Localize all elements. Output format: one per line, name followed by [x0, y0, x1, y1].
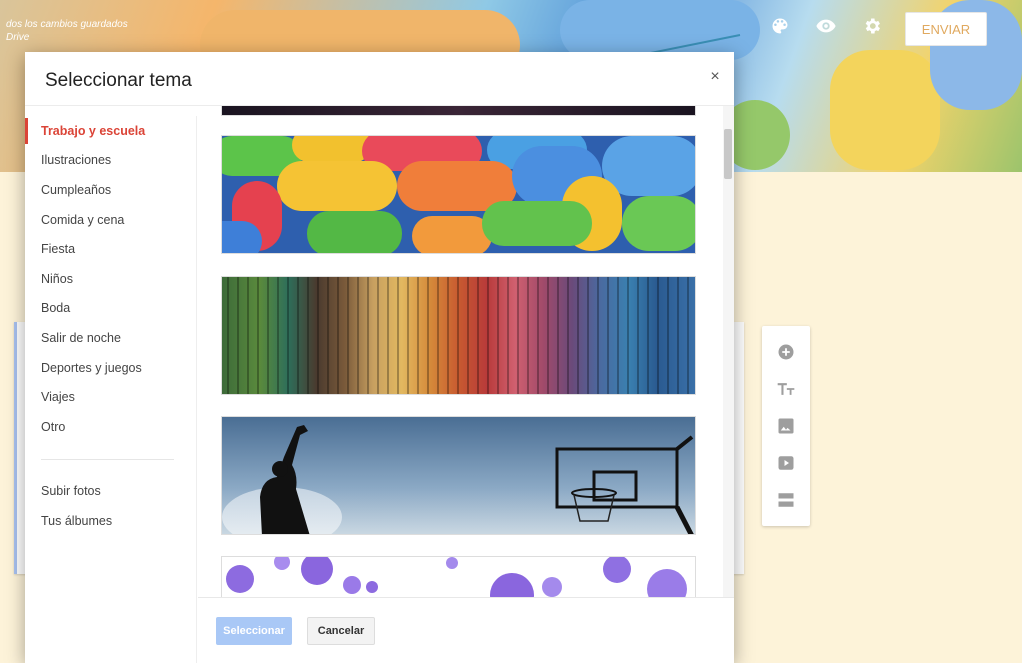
select-button[interactable]: Seleccionar [216, 617, 292, 645]
category-ninos[interactable]: Niños [25, 264, 196, 294]
category-deportes-y-juegos[interactable]: Deportes y juegos [25, 353, 196, 383]
top-toolbar [768, 14, 884, 38]
category-list: Trabajo y escuela Ilustraciones Cumpleañ… [25, 116, 197, 663]
autosave-line-2: Drive [6, 32, 30, 43]
purple-bubbles-image[interactable] [221, 556, 696, 597]
candy-pills-image[interactable] [221, 135, 696, 254]
category-viajes[interactable]: Viajes [25, 382, 196, 412]
add-question-icon[interactable] [775, 341, 797, 363]
section-icon[interactable] [775, 489, 797, 511]
category-trabajo-y-escuela[interactable]: Trabajo y escuela [25, 116, 196, 146]
gallery-scrollbar-thumb[interactable] [724, 129, 732, 179]
category-boda[interactable]: Boda [25, 294, 196, 324]
dialog-title: Seleccionar tema [45, 70, 192, 91]
autosave-status: dos los cambios guardados Drive [6, 18, 128, 44]
autosave-line-1: dos los cambios guardados [6, 19, 128, 30]
category-fiesta[interactable]: Fiesta [25, 234, 196, 264]
palette-icon[interactable] [768, 14, 792, 38]
category-cumpleanos[interactable]: Cumpleaños [25, 175, 196, 205]
send-button[interactable]: ENVIAR [905, 12, 987, 46]
cancel-button[interactable]: Cancelar [307, 617, 375, 645]
category-comida-y-cena[interactable]: Comida y cena [25, 205, 196, 235]
gallery-scrollbar[interactable] [723, 106, 734, 597]
theme-gallery [198, 106, 734, 597]
title-text-icon[interactable] [775, 378, 797, 400]
question-toolbar [762, 326, 810, 526]
colored-threads-image[interactable] [221, 276, 696, 395]
category-otro[interactable]: Otro [25, 412, 196, 442]
image-icon[interactable] [775, 415, 797, 437]
dialog-footer: Seleccionar Cancelar [198, 597, 734, 663]
category-ilustraciones[interactable]: Ilustraciones [25, 146, 196, 176]
video-icon[interactable] [775, 452, 797, 474]
basketball-silhouette-image[interactable] [221, 416, 696, 535]
gear-icon[interactable] [860, 14, 884, 38]
select-theme-dialog: Seleccionar tema × Trabajo y escuela Ilu… [25, 52, 734, 663]
eye-icon[interactable] [814, 14, 838, 38]
dark-header-image[interactable] [221, 106, 696, 116]
your-albums-link[interactable]: Tus álbumes [25, 506, 196, 536]
upload-photos-link[interactable]: Subir fotos [25, 477, 196, 507]
close-icon[interactable]: × [708, 68, 722, 85]
category-salir-de-noche[interactable]: Salir de noche [25, 323, 196, 353]
category-divider [41, 458, 174, 460]
